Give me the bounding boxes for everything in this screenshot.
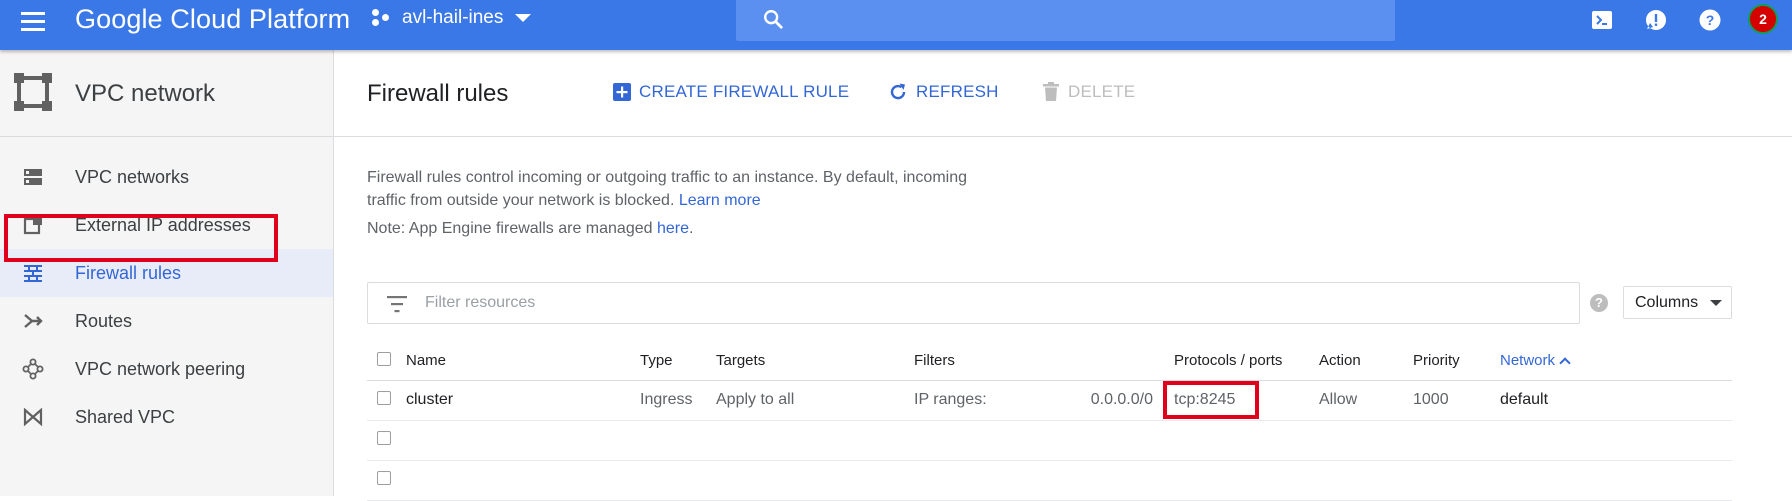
create-label: CREATE FIREWALL RULE	[639, 82, 850, 101]
filter-icon	[387, 296, 407, 313]
chevron-down-icon	[515, 14, 532, 22]
svg-text:?: ?	[1706, 12, 1715, 28]
filter-help-icon[interactable]: ?	[1590, 294, 1608, 312]
sidebar-item-firewall-rules[interactable]: Firewall rules	[0, 249, 333, 297]
rule-filters-label: IP ranges:	[913, 380, 1086, 421]
rule-protocols-cell: tcp:8245	[1163, 380, 1318, 421]
table-row[interactable]: cluster Ingress Apply to all IP ranges: …	[367, 380, 1732, 421]
trash-icon	[1043, 82, 1059, 101]
external-ip-icon	[23, 216, 42, 235]
row-checkbox[interactable]	[377, 430, 391, 445]
sidebar-item-label: Routes	[75, 310, 133, 331]
cloud-shell-icon[interactable]	[1590, 8, 1614, 32]
col-filters-spacer	[1086, 342, 1173, 381]
learn-more-link[interactable]: Learn more	[679, 192, 761, 209]
project-selector[interactable]: avl-hail-ines	[372, 0, 532, 36]
app-engine-note: Note: App Engine firewalls are managed h…	[367, 220, 693, 238]
empty-row-cell	[405, 420, 1732, 461]
col-targets[interactable]: Targets	[715, 342, 913, 381]
add-box-icon	[613, 83, 631, 101]
sidebar-nav: VPC networks External IP addresses Firew…	[0, 153, 333, 441]
sidebar-item-vpc-network-peering[interactable]: VPC network peering	[0, 345, 333, 393]
hamburger-menu-icon[interactable]	[18, 8, 48, 38]
vpc-network-logo-icon	[14, 73, 52, 111]
table-header-row: Name Type Targets Filters Protocols / po…	[367, 342, 1732, 381]
vpc-networks-icon	[24, 169, 42, 185]
sidebar-item-label: VPC networks	[75, 166, 190, 187]
top-app-bar: Google Cloud Platform avl-hail-ines ? 2	[0, 0, 1792, 50]
shared-vpc-icon	[23, 407, 43, 427]
col-network[interactable]: Network	[1499, 342, 1732, 381]
refresh-button[interactable]: REFRESH	[888, 82, 999, 102]
filter-input[interactable]	[423, 289, 1563, 317]
search-icon	[764, 10, 783, 29]
sidebar-item-label: External IP addresses	[75, 214, 251, 235]
page-title: Firewall rules	[367, 80, 509, 107]
rule-targets: Apply to all	[715, 380, 913, 421]
here-link[interactable]: here	[657, 220, 689, 237]
row-checkbox[interactable]	[377, 470, 391, 485]
col-type[interactable]: Type	[639, 342, 715, 381]
project-name: avl-hail-ines	[402, 7, 504, 28]
sidebar-item-label: Firewall rules	[75, 262, 182, 283]
sidebar: VPC network VPC networks External IP add…	[0, 50, 334, 496]
sidebar-item-label: Shared VPC	[75, 406, 176, 427]
chevron-down-icon	[1710, 299, 1723, 306]
table-row	[367, 420, 1732, 461]
product-brand[interactable]: Google Cloud Platform	[75, 4, 350, 35]
rule-network: default	[1499, 380, 1732, 421]
empty-row-cell	[405, 460, 1732, 501]
search-bar[interactable]	[736, 0, 1395, 41]
col-network-label: Network	[1500, 352, 1556, 370]
select-all-checkbox[interactable]	[377, 351, 391, 366]
columns-button[interactable]: Columns	[1623, 286, 1732, 319]
table-row	[367, 460, 1732, 501]
sidebar-title: VPC network	[75, 80, 216, 107]
description-text: Firewall rules control incoming or outgo…	[367, 169, 968, 209]
sidebar-header: VPC network	[0, 50, 333, 137]
firewall-icon	[24, 265, 42, 282]
columns-label: Columns	[1635, 293, 1699, 311]
rule-filters-value: 0.0.0.0/0	[1086, 380, 1173, 421]
delete-label: DELETE	[1068, 82, 1136, 101]
rule-name-link[interactable]: cluster	[405, 380, 639, 421]
col-filters[interactable]: Filters	[913, 342, 1086, 381]
project-dots-icon	[372, 9, 392, 27]
col-protocols[interactable]: Protocols / ports	[1173, 342, 1318, 381]
row-select-cell	[367, 420, 405, 461]
refresh-icon	[890, 83, 906, 100]
feedback-icon[interactable]	[1644, 8, 1668, 32]
help-icon[interactable]: ?	[1698, 8, 1722, 32]
col-name[interactable]: Name	[405, 342, 639, 381]
sidebar-item-routes[interactable]: Routes	[0, 297, 333, 345]
firewall-rules-table: Name Type Targets Filters Protocols / po…	[367, 342, 1732, 501]
rule-type: Ingress	[639, 380, 715, 421]
peering-icon	[22, 358, 44, 380]
sidebar-item-vpc-networks[interactable]: VPC networks	[0, 153, 333, 201]
rule-priority: 1000	[1412, 380, 1499, 421]
row-select-cell	[367, 380, 405, 421]
note-text: Note: App Engine firewalls are managed	[367, 220, 653, 237]
rule-action: Allow	[1318, 380, 1412, 421]
sort-ascending-icon	[1559, 357, 1571, 369]
sidebar-item-external-ip[interactable]: External IP addresses	[0, 201, 333, 249]
sidebar-item-label: VPC network peering	[75, 358, 246, 379]
page-description: Firewall rules control incoming or outgo…	[367, 166, 987, 212]
select-all-cell	[367, 342, 405, 381]
row-select-cell	[367, 460, 405, 501]
routes-icon	[24, 314, 43, 328]
notifications-badge[interactable]: 2	[1748, 4, 1778, 34]
rule-protocols: tcp:8245	[1174, 391, 1236, 408]
refresh-label: REFRESH	[916, 82, 999, 101]
sidebar-item-shared-vpc[interactable]: Shared VPC	[0, 393, 333, 441]
create-firewall-rule-button[interactable]: CREATE FIREWALL RULE	[613, 82, 849, 102]
delete-button[interactable]: DELETE	[1042, 82, 1135, 102]
main-content: Firewall rules CREATE FIREWALL RULE REFR…	[334, 50, 1792, 501]
page-header: Firewall rules CREATE FIREWALL RULE REFR…	[334, 50, 1792, 137]
col-action[interactable]: Action	[1318, 342, 1412, 381]
note-end: .	[689, 220, 694, 237]
col-priority[interactable]: Priority	[1412, 342, 1499, 381]
row-checkbox[interactable]	[377, 390, 391, 405]
filter-bar[interactable]	[367, 282, 1580, 324]
